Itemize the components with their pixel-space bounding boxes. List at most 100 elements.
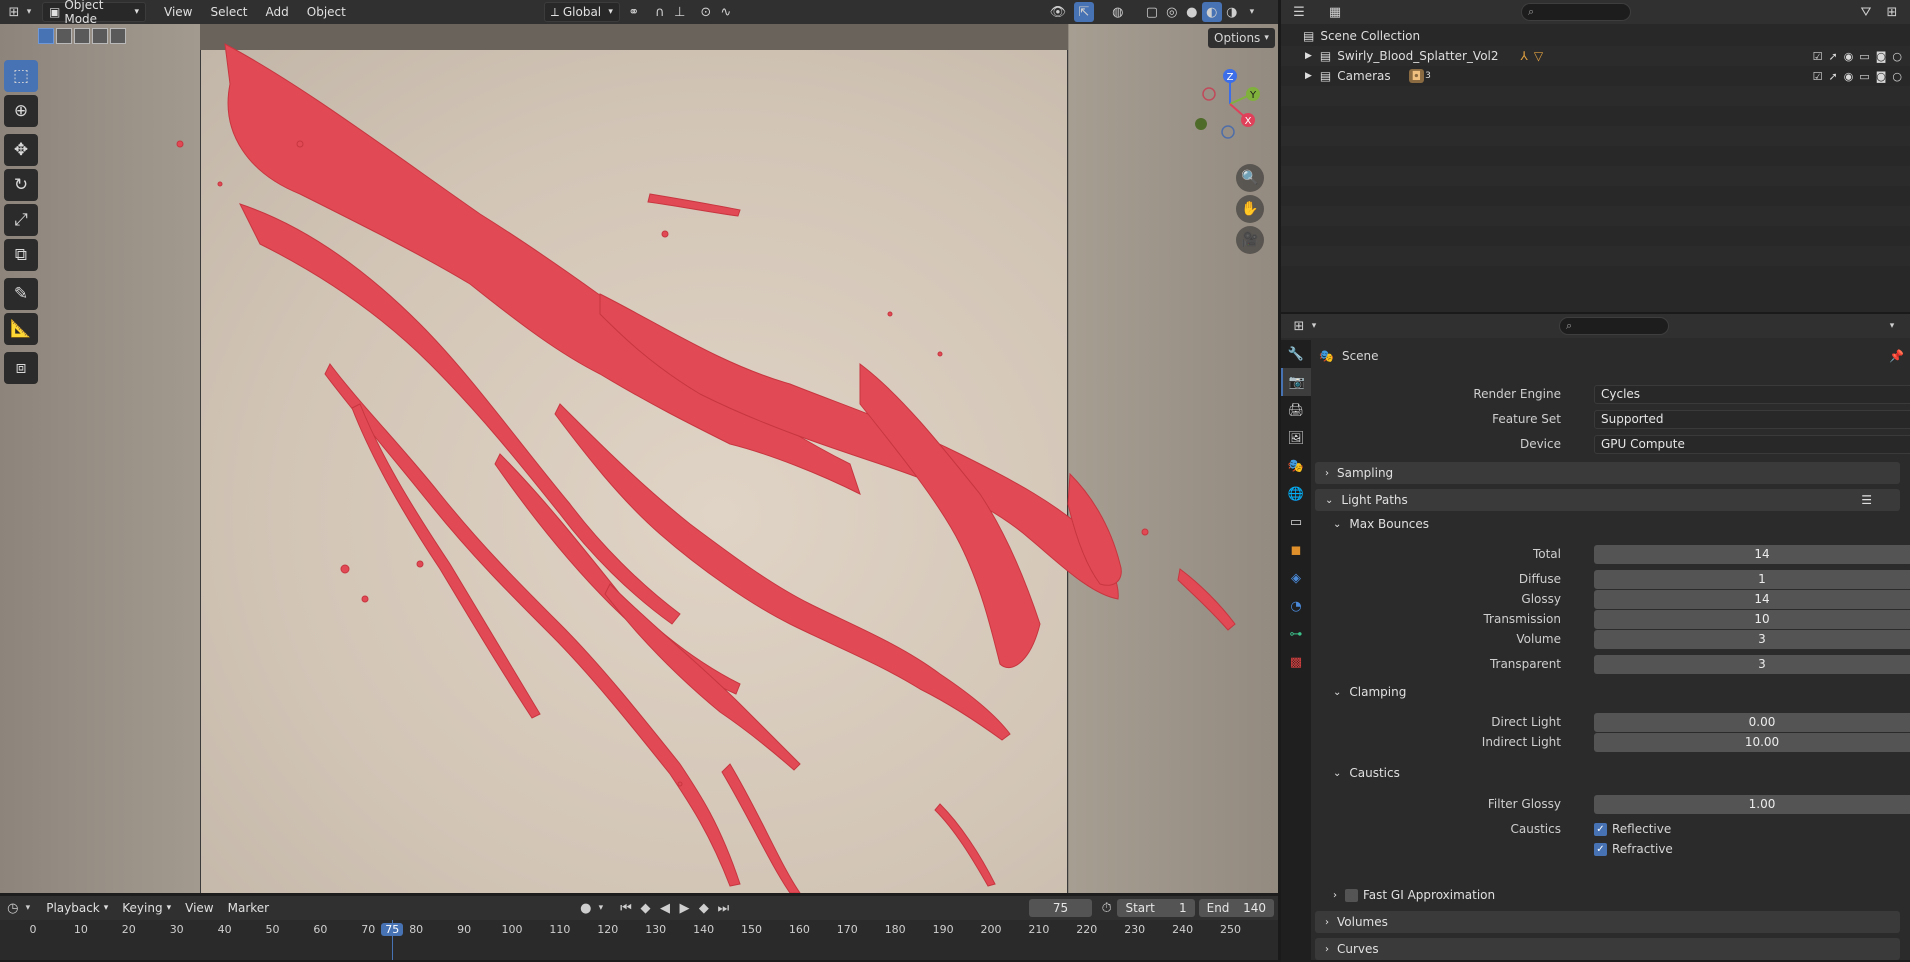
clock-icon[interactable]: ◷ [4, 898, 21, 918]
pan-hand-icon[interactable]: ✋ [1236, 195, 1264, 223]
bounce-diffuse-field[interactable]: 1 [1594, 569, 1910, 589]
panel-sampling[interactable]: › Sampling [1315, 462, 1900, 484]
holdout-icon[interactable]: ○ [1892, 50, 1902, 63]
menu-keying[interactable]: Keying ▾ [116, 898, 177, 918]
outliner-row-cameras[interactable]: ▶ ▤ Cameras ◘ 3 ☑ ➚ ◉ ▭ ◙ ○ [1281, 66, 1910, 86]
cursor-tool-icon[interactable]: ⊕ [4, 95, 38, 127]
bounce-transparent-field[interactable]: 3 [1594, 654, 1910, 674]
menu-object[interactable]: Object [301, 2, 352, 22]
properties-search-input[interactable]: ⌕ [1559, 317, 1669, 335]
bounce-total-field[interactable]: 14 [1594, 544, 1910, 564]
select-invert-mode-icon[interactable] [92, 28, 108, 44]
display-mode-icon[interactable]: ▦ [1325, 2, 1345, 22]
snap-icon[interactable]: ∩ [650, 2, 670, 22]
viewport-3d[interactable]: Options ▾ ⬚ ⊕ ✥ ↻ ⤢ ⧉ ✎ 📐 ⧈ Z Y X 🔍 ✋ 🎥 [0, 24, 1278, 893]
outliner-row-blood-splatter[interactable]: ▶ ▤ Swirly_Blood_Splatter_Vol2 ⅄ ▽ ☑ ➚ ◉… [1281, 46, 1910, 66]
xray-icon[interactable]: ▢ [1142, 2, 1162, 22]
overlay-icon[interactable]: ◍ [1108, 2, 1128, 22]
rendered-shading-icon[interactable]: ◑ [1222, 2, 1242, 22]
view-layer-tab-icon[interactable]: 🖼 [1281, 424, 1311, 452]
expand-arrow-icon[interactable]: ▶ [1305, 51, 1312, 61]
render-engine-dropdown[interactable]: Cycles⌄ [1594, 384, 1910, 404]
jump-keyframe-forward-icon[interactable]: ◆ [695, 898, 712, 918]
falloff-icon[interactable]: ∿ [716, 2, 736, 22]
output-tab-icon[interactable]: 🖨 [1281, 396, 1311, 424]
pivot-icon[interactable]: ⚭ [624, 2, 644, 22]
navigation-gizmo[interactable]: Z Y X 🔍 ✋ 🎥 [1190, 64, 1270, 254]
panel-curves[interactable]: › Curves [1315, 938, 1900, 960]
rotate-tool-icon[interactable]: ↻ [4, 169, 38, 201]
eye-icon[interactable]: ◉ [1844, 70, 1854, 83]
fast-gi-checkbox[interactable] [1345, 888, 1358, 902]
add-cube-tool-icon[interactable]: ⧈ [4, 352, 38, 384]
subpanel-clamping[interactable]: ⌄ Clamping [1333, 682, 1406, 702]
expand-arrow-icon[interactable]: ▶ [1305, 71, 1312, 81]
modifier-tab-icon[interactable]: ◈ [1281, 564, 1311, 592]
snap-target-icon[interactable]: ⊥ [670, 2, 690, 22]
menu-playback[interactable]: Playback ▾ [40, 898, 114, 918]
axis-gizmo[interactable]: Z Y X [1190, 64, 1270, 144]
panel-light-paths[interactable]: ⌄ Light Paths ☰ [1315, 489, 1900, 511]
stopwatch-icon[interactable]: ⏱ [1098, 898, 1115, 918]
zoom-icon[interactable]: 🔍 [1236, 164, 1264, 192]
jump-keyframe-back-icon[interactable]: ◆ [637, 898, 654, 918]
outliner-row-scene-collection[interactable]: ▤ Scene Collection [1281, 26, 1910, 46]
render-tab-icon[interactable]: 📷 [1281, 368, 1311, 396]
frame-ruler[interactable]: 0 10 20 30 40 50 60 70 75 80 90 100 110 120 130 140 150 1… [0, 920, 1278, 960]
menu-select[interactable]: Select [204, 2, 253, 22]
menu-add[interactable]: Add [260, 2, 295, 22]
solid-shading-icon[interactable]: ● [1182, 2, 1202, 22]
select-box-tool-icon[interactable]: ⬚ [4, 60, 38, 92]
wireframe-shading-icon[interactable]: ◎ [1162, 2, 1182, 22]
checkbox-icon[interactable]: ☑ [1813, 50, 1823, 63]
play-reverse-icon[interactable]: ◀ [656, 898, 673, 918]
menu-marker[interactable]: Marker [222, 898, 275, 918]
editor-type-icon[interactable]: ☰ [1289, 2, 1309, 22]
record-icon[interactable]: ● [577, 898, 594, 918]
bounce-glossy-field[interactable]: 14 [1594, 589, 1910, 609]
eye-icon[interactable]: ◉ [1844, 50, 1854, 63]
physics-tab-icon[interactable]: ◔ [1281, 592, 1311, 620]
object-tab-icon[interactable]: ◼ [1281, 536, 1311, 564]
chevron-down-icon[interactable]: ▾ [1882, 316, 1902, 336]
holdout-icon[interactable]: ○ [1892, 70, 1902, 83]
filter-icon[interactable]: ⛛ [1856, 2, 1876, 22]
presets-list-icon[interactable]: ☰ [1861, 493, 1872, 507]
move-tool-icon[interactable]: ✥ [4, 134, 38, 166]
start-frame-field[interactable]: Start 1 [1117, 899, 1195, 917]
mode-dropdown[interactable]: ▣ Object Mode ▾ [42, 0, 146, 26]
feature-set-dropdown[interactable]: Supported⌄ [1594, 409, 1910, 429]
menu-timeline-view[interactable]: View [179, 898, 219, 918]
gizmo-toggle-icon[interactable]: ⇱ [1073, 2, 1094, 22]
bounce-transmission-field[interactable]: 10 [1594, 609, 1910, 629]
shading-options-icon[interactable]: ▾ [1242, 2, 1262, 22]
world-tab-icon[interactable]: 🌐 [1281, 480, 1311, 508]
selectable-icon[interactable]: ➚ [1828, 50, 1837, 63]
current-frame-field[interactable]: 75 [1029, 899, 1092, 917]
editor-type-icon[interactable]: ⊞ [4, 2, 24, 22]
options-dropdown[interactable]: Options ▾ [1208, 28, 1275, 48]
device-dropdown[interactable]: GPU Compute⌄ [1594, 434, 1910, 454]
select-extend-mode-icon[interactable] [56, 28, 72, 44]
tool-tab-icon[interactable]: 🔧 [1281, 340, 1311, 368]
camera-view-icon[interactable]: 🎥 [1236, 226, 1264, 254]
reflective-checkbox[interactable]: ✓ Reflective [1594, 822, 1671, 836]
end-frame-field[interactable]: End 140 [1198, 899, 1274, 917]
collection-tab-icon[interactable]: ▭ [1281, 508, 1311, 536]
editor-type-icon[interactable]: ⊞ [1289, 316, 1309, 336]
transform-tool-icon[interactable]: ⧉ [4, 239, 38, 271]
menu-view[interactable]: View [158, 2, 198, 22]
checkbox-icon[interactable]: ☑ [1813, 70, 1823, 83]
selectable-icon[interactable]: ➚ [1828, 70, 1837, 83]
jump-end-icon[interactable]: ⏭ [715, 898, 732, 918]
indirect-light-field[interactable]: 10.00 [1594, 732, 1910, 752]
material-shading-icon[interactable]: ◐ [1201, 2, 1222, 22]
subpanel-fast-gi[interactable]: › Fast GI Approximation [1333, 885, 1495, 905]
direct-light-field[interactable]: 0.00 [1594, 712, 1910, 732]
select-subtract-mode-icon[interactable] [74, 28, 90, 44]
subpanel-caustics[interactable]: ⌄ Caustics [1333, 763, 1400, 783]
pin-icon[interactable]: 📌 [1889, 349, 1904, 363]
visibility-icon[interactable]: 👁 [1048, 2, 1068, 22]
select-intersect-mode-icon[interactable] [110, 28, 126, 44]
scene-tab-icon[interactable]: 🎭 [1281, 452, 1311, 480]
